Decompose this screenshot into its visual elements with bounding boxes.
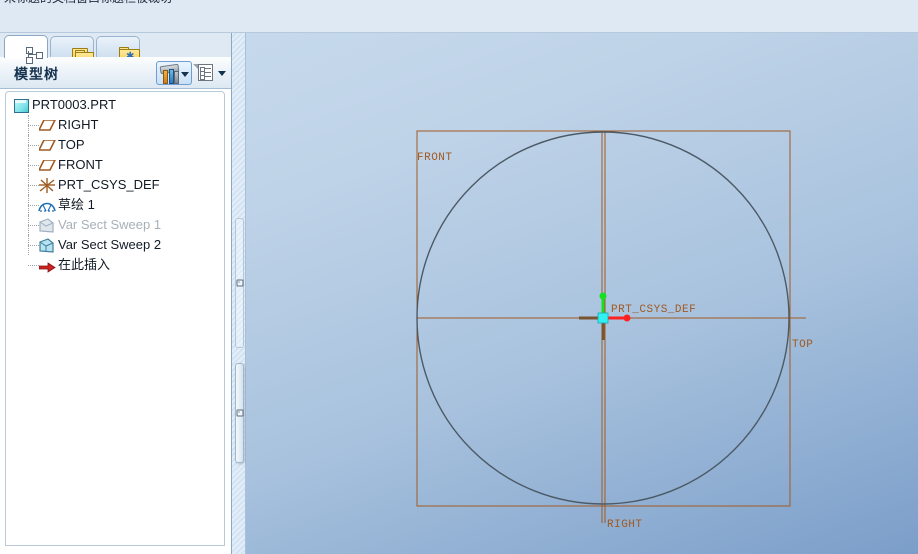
csys-y-tip bbox=[599, 292, 607, 300]
navigator-tabstrip: ✱ bbox=[0, 33, 231, 65]
tree-item-sweep-2[interactable]: Var Sect Sweep 2 bbox=[6, 235, 224, 255]
sweep-icon bbox=[38, 218, 55, 233]
tree-item-part[interactable]: PRT0003.PRT bbox=[6, 95, 224, 115]
application-window: 未标题的文档窗口标题栏被裁切 bbox=[0, 0, 918, 554]
tree-item-label: PRT0003.PRT bbox=[32, 97, 117, 112]
insert-here-arrow-icon bbox=[38, 260, 56, 273]
tree-item-sweep-1[interactable]: Var Sect Sweep 1 bbox=[6, 215, 224, 235]
tree-item-label: 草绘 1 bbox=[58, 197, 95, 212]
page-title: 模型树 bbox=[14, 66, 59, 82]
tree-item-label: RIGHT bbox=[58, 117, 99, 132]
tree-item-label: Var Sect Sweep 2 bbox=[58, 237, 162, 252]
tree-item-csys[interactable]: PRT_CSYS_DEF bbox=[6, 175, 224, 195]
csys-label: PRT_CSYS_DEF bbox=[611, 304, 697, 316]
navigator-panel: ✱ 模型树 bbox=[0, 33, 232, 554]
tree-item-label: TOP bbox=[58, 137, 85, 152]
tab-model-tree[interactable] bbox=[4, 35, 48, 64]
tree-connector bbox=[28, 265, 39, 267]
top-plane-label: TOP bbox=[792, 339, 814, 351]
tree-item-insert-here[interactable]: 在此插入 bbox=[6, 255, 224, 275]
model-geometry bbox=[416, 130, 806, 523]
splitter-handle-lower[interactable] bbox=[235, 363, 244, 463]
graphics-window[interactable]: FRONT TOP RIGHT PRT_CSYS_DEF 野火论坛 www.pr… bbox=[246, 33, 918, 554]
tab-favorites[interactable]: ✱ bbox=[96, 36, 140, 64]
tree-connector bbox=[28, 125, 39, 127]
coordinate-system-icon bbox=[38, 178, 56, 193]
tree-connector bbox=[28, 145, 39, 147]
splitter-handle-upper[interactable] bbox=[235, 218, 244, 348]
tree-item-label: FRONT bbox=[58, 157, 103, 172]
tree-item-label: 在此插入 bbox=[58, 257, 111, 272]
datum-plane-icon bbox=[39, 120, 56, 131]
chevron-down-icon bbox=[218, 71, 226, 76]
datum-plane-icon bbox=[39, 140, 56, 151]
tree-item-front[interactable]: FRONT bbox=[6, 155, 224, 175]
right-plane-label: RIGHT bbox=[607, 519, 643, 531]
settings-button[interactable] bbox=[156, 61, 192, 85]
tree-item-label: PRT_CSYS_DEF bbox=[58, 177, 160, 192]
tree-connector bbox=[28, 165, 39, 167]
csys-origin-marker bbox=[597, 312, 609, 324]
sweep-icon bbox=[38, 238, 55, 253]
clipped-title-text: 未标题的文档窗口标题栏被裁切 bbox=[4, 0, 214, 4]
sketch-icon bbox=[38, 199, 56, 212]
panel-splitter-gutter[interactable] bbox=[232, 33, 246, 554]
navigator-header: 模型树 bbox=[0, 57, 231, 89]
tree-item-right[interactable]: RIGHT bbox=[6, 115, 224, 135]
tree-item-label: Var Sect Sweep 1 bbox=[58, 217, 162, 232]
tab-folder-browser[interactable] bbox=[50, 36, 94, 65]
grip-icon bbox=[236, 279, 243, 287]
grip-icon bbox=[236, 409, 243, 417]
chevron-down-icon bbox=[181, 72, 189, 77]
window-title-strip: 未标题的文档窗口标题栏被裁切 bbox=[0, 0, 918, 33]
part-icon bbox=[14, 99, 29, 113]
model-tree[interactable]: PRT0003.PRT RIGHT TOP FRONT PRT_CSYS_DEF… bbox=[5, 91, 225, 546]
front-plane-label: FRONT bbox=[417, 152, 453, 164]
datum-plane-icon bbox=[39, 160, 56, 171]
tree-item-sketch[interactable]: 草绘 1 bbox=[6, 195, 224, 215]
show-button[interactable] bbox=[193, 61, 230, 85]
tree-item-top[interactable]: TOP bbox=[6, 135, 224, 155]
